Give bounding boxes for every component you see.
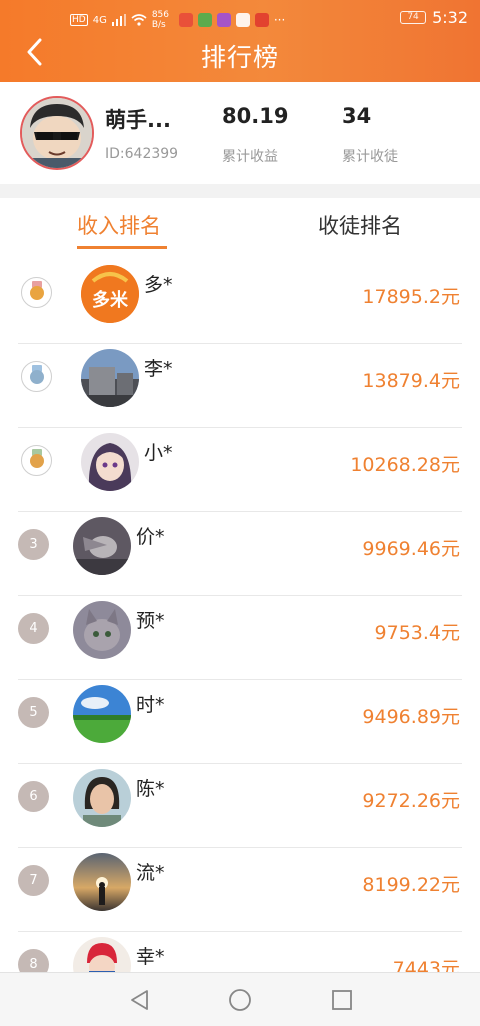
bronze-medal-icon bbox=[21, 445, 52, 476]
user-profile-card: 萌手... ID:642399 80.19 累计收益 34 累计收徒 bbox=[0, 82, 480, 184]
ranking-row[interactable]: 李* 13879.4元 bbox=[0, 344, 480, 428]
earnings-amount: 7443元 bbox=[392, 958, 460, 972]
rank-badge: 6 bbox=[18, 781, 49, 812]
status-bar: HD 4G 856 B/s ··· 74 5:32 bbox=[0, 0, 480, 30]
cat-photo-icon bbox=[73, 601, 131, 659]
ranking-row[interactable]: 8 幸* 7443元 bbox=[0, 932, 480, 972]
gold-medal-icon bbox=[21, 277, 52, 308]
app-notification-icon bbox=[254, 13, 269, 27]
app-notification-icon bbox=[216, 13, 231, 27]
ranking-row[interactable]: 3 价* 9969.46元 bbox=[0, 512, 480, 596]
anime-girl-icon bbox=[81, 433, 139, 491]
earnings-amount: 9272.26元 bbox=[362, 790, 460, 812]
rank-badge: 7 bbox=[18, 865, 49, 896]
ranking-row[interactable]: 6 陈* 9272.26元 bbox=[0, 764, 480, 848]
tab-apprentice-ranking[interactable]: 收徒排名 bbox=[318, 210, 402, 240]
earnings-amount: 8199.22元 bbox=[362, 874, 460, 896]
duomi-logo-icon: 多米 bbox=[81, 265, 139, 323]
ranking-row[interactable]: 小* 10268.28元 bbox=[0, 428, 480, 512]
network-type: 4G bbox=[92, 14, 107, 26]
ranking-row[interactable]: 7 流* 8199.22元 bbox=[0, 848, 480, 932]
rank-badge: 4 bbox=[18, 613, 49, 644]
avatar bbox=[73, 937, 131, 972]
tab-income-ranking[interactable]: 收入排名 bbox=[77, 210, 161, 240]
status-icons-left: HD 4G 856 B/s ··· bbox=[70, 10, 285, 30]
user-id: ID:642399 bbox=[105, 146, 179, 162]
wifi-icon bbox=[131, 14, 147, 26]
ranking-tabs: 收入排名 收徒排名 bbox=[0, 198, 480, 260]
ranking-row[interactable]: 5 时* 9496.89元 bbox=[0, 680, 480, 764]
earnings-amount: 9753.4元 bbox=[374, 622, 460, 644]
app-notification-icon bbox=[178, 13, 193, 27]
system-navigation-bar bbox=[0, 972, 480, 1026]
woman-photo-icon bbox=[73, 769, 131, 827]
avatar bbox=[73, 685, 131, 743]
nav-home-button[interactable] bbox=[227, 987, 253, 1013]
hd-icon: HD bbox=[70, 14, 88, 26]
rank-badge: 5 bbox=[18, 697, 49, 728]
triangle-back-icon bbox=[131, 990, 148, 1010]
nav-back-button[interactable] bbox=[127, 987, 153, 1013]
cartoon-kid-icon bbox=[73, 937, 131, 972]
bird-photo-icon bbox=[73, 517, 131, 575]
battery-icon: 74 bbox=[400, 11, 427, 24]
ranking-row[interactable]: 多米 多* 17895.2元 bbox=[0, 260, 480, 344]
page-title: 排行榜 bbox=[200, 43, 279, 72]
svg-text:多米: 多米 bbox=[92, 289, 129, 311]
total-apprentices-value: 34 bbox=[342, 104, 372, 128]
app-notification-icon bbox=[197, 13, 212, 27]
avatar: 多米 bbox=[81, 265, 139, 323]
silver-medal-icon bbox=[21, 361, 52, 392]
signal-icon bbox=[111, 14, 126, 26]
avatar bbox=[73, 853, 131, 911]
avatar[interactable] bbox=[20, 96, 94, 170]
wechat-icon bbox=[235, 13, 250, 27]
earnings-amount: 10268.28元 bbox=[350, 454, 460, 476]
rank-badge: 8 bbox=[18, 949, 49, 972]
circle-home-icon bbox=[229, 989, 251, 1011]
network-speed: 856 B/s bbox=[151, 10, 170, 30]
user-name: 价* bbox=[136, 526, 165, 548]
avatar bbox=[73, 769, 131, 827]
user-name: 陈* bbox=[136, 778, 165, 800]
earnings-amount: 17895.2元 bbox=[362, 286, 460, 308]
user-name: 多* bbox=[144, 274, 173, 296]
status-icons-right: 74 5:32 bbox=[400, 8, 468, 27]
more-notifications-icon: ··· bbox=[273, 13, 286, 27]
avatar bbox=[73, 517, 131, 575]
square-recents-icon bbox=[332, 990, 352, 1010]
landscape-photo-icon bbox=[73, 685, 131, 743]
earnings-amount: 13879.4元 bbox=[362, 370, 460, 392]
username: 萌手... bbox=[105, 108, 171, 132]
app-header: HD 4G 856 B/s ··· 74 5:32 排行榜 bbox=[0, 0, 480, 82]
clock: 5:32 bbox=[432, 8, 468, 27]
building-photo-icon bbox=[81, 349, 139, 407]
sunset-silhouette-icon bbox=[73, 853, 131, 911]
user-name: 小* bbox=[144, 442, 173, 464]
ranking-row[interactable]: 4 预* 9753.4元 bbox=[0, 596, 480, 680]
earnings-amount: 9969.46元 bbox=[362, 538, 460, 560]
nav-recents-button[interactable] bbox=[329, 987, 355, 1013]
total-apprentices-label: 累计收徒 bbox=[342, 149, 398, 165]
active-tab-indicator bbox=[77, 246, 167, 249]
avatar bbox=[81, 349, 139, 407]
total-earnings-label: 累计收益 bbox=[222, 149, 278, 165]
rank-badge: 3 bbox=[18, 529, 49, 560]
total-earnings-value: 80.19 bbox=[222, 104, 289, 128]
avatar bbox=[73, 601, 131, 659]
user-name: 流* bbox=[136, 862, 165, 884]
cartoon-avatar-icon bbox=[22, 98, 92, 168]
user-name: 预* bbox=[136, 610, 165, 632]
avatar bbox=[81, 433, 139, 491]
user-name: 幸* bbox=[136, 946, 165, 968]
ranking-list: 多米 多* 17895.2元 李* 13879.4元 小* 10268.28元 bbox=[0, 260, 480, 972]
user-name: 时* bbox=[136, 694, 165, 716]
user-name: 李* bbox=[144, 358, 173, 380]
earnings-amount: 9496.89元 bbox=[362, 706, 460, 728]
